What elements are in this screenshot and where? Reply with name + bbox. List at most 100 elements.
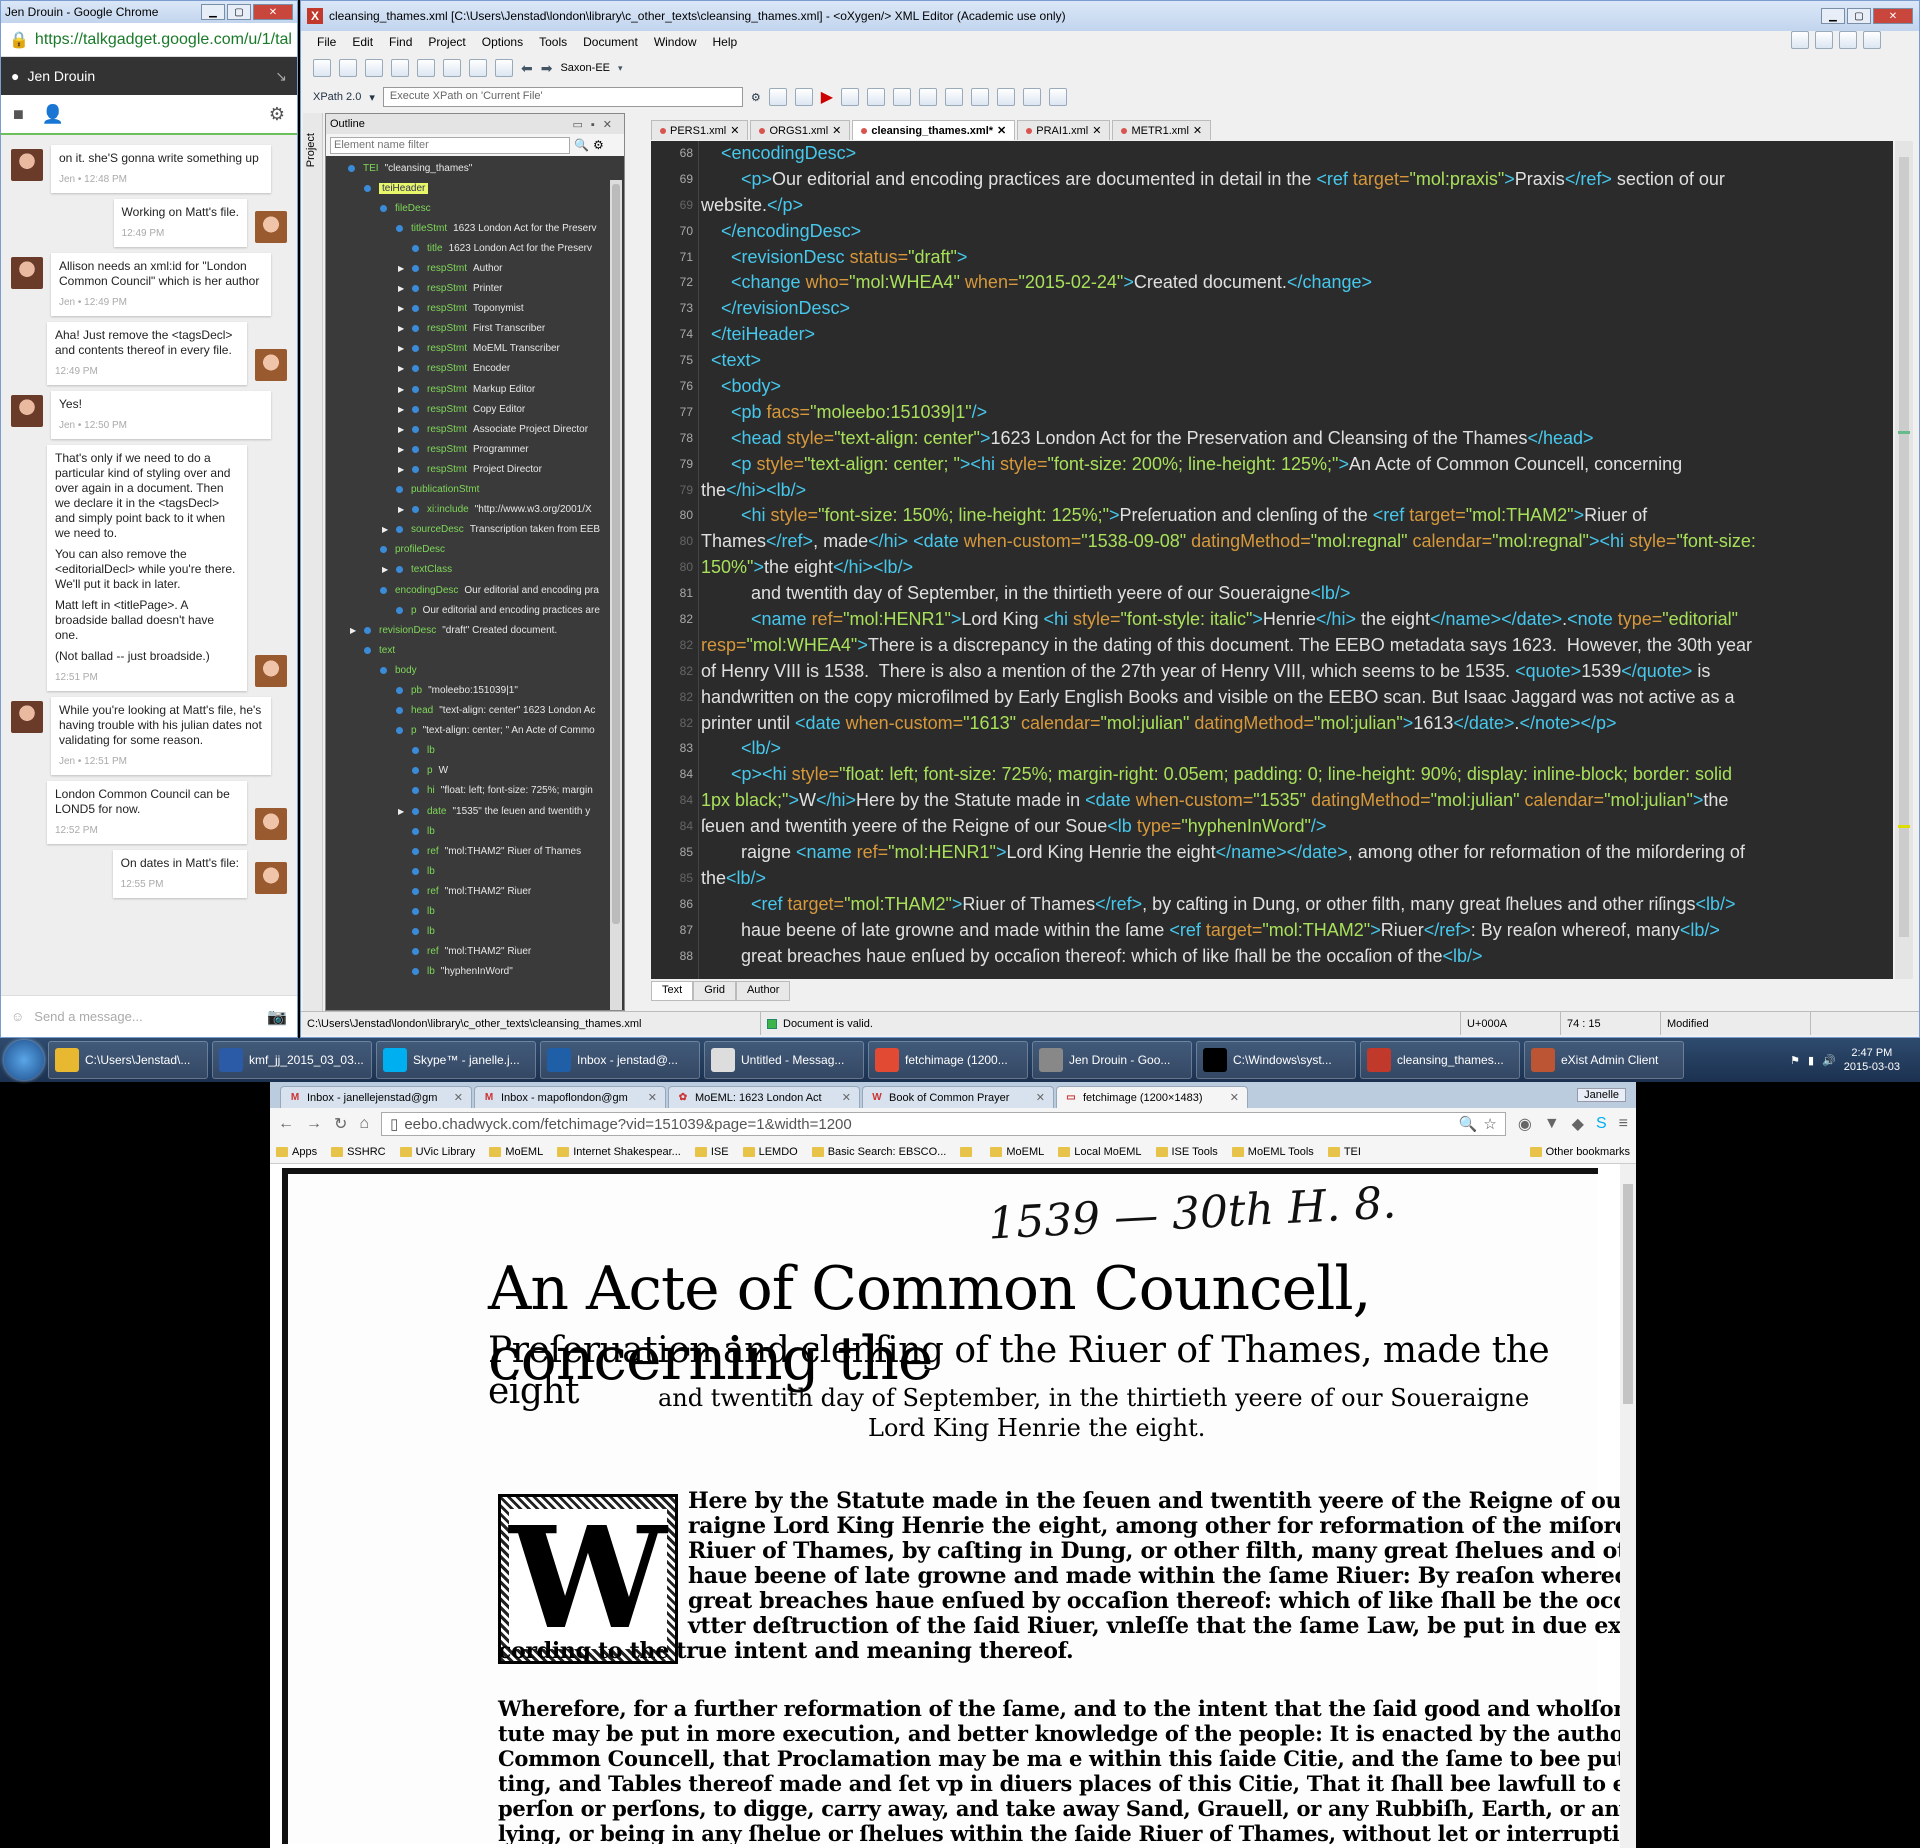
outline-node[interactable]: ▶ respStmt Markup Editor [326,379,608,399]
code-line[interactable]: 72 <change who="mol:WHEA4" when="2015-02… [680,270,1891,296]
join-icon[interactable] [971,88,990,106]
expand-toggle-icon[interactable]: ▶ [398,385,408,394]
extension-icon[interactable]: ◉ [1518,1114,1532,1134]
xpath-version-select[interactable]: XPath 2.0 [313,91,361,103]
code-line[interactable]: 71 <revisionDesc status="draft"> [680,245,1891,271]
expand-toggle-icon[interactable]: ▶ [398,445,408,454]
outline-node[interactable]: profileDesc [326,540,608,560]
mode-tab-text[interactable]: Text [651,981,694,1001]
menu-find[interactable]: Find [389,35,412,49]
mode-tab-author[interactable]: Author [735,981,791,1001]
editor-tab[interactable]: ORGS1.xml ✕ [750,120,851,140]
search-icon[interactable]: 🔍 [574,138,589,152]
outline-node[interactable]: p Our editorial and encoding practices ar… [326,600,608,620]
menu-project[interactable]: Project [428,35,465,49]
split-icon[interactable] [997,88,1016,106]
toggle-comment-icon[interactable] [919,88,938,106]
outline-node[interactable]: ▶ respStmt Project Director [326,459,608,479]
xpath-settings-icon[interactable]: ⚙ [751,91,761,104]
volume-icon[interactable]: 🔊 [1822,1054,1836,1067]
configure-transform-icon[interactable] [841,88,860,106]
browser-tab[interactable]: ✿ MoEML: 1623 London Act ✕ [668,1086,860,1108]
outline-node[interactable]: ref "mol:THAM2" Riuer [326,881,608,901]
outline-node[interactable]: ▶ sourceDesc Transcription taken from EEB [326,520,608,540]
code-line[interactable]: 81 and twentith day of September, in the… [680,581,1891,607]
outline-node[interactable]: TEI "cleansing_thames" [326,158,608,178]
code-line[interactable]: 82 printer until <date when-custom="1613"… [680,711,1891,737]
editor-tab[interactable]: cleansing_thames.xml* ✕ [852,120,1016,140]
code-line[interactable]: 80 Thames</ref>, made</hi> <date when-cus… [680,529,1891,555]
editor-scrollbar[interactable] [1895,141,1913,979]
browser-tab[interactable]: ▭ fetchimage (1200×1483) ✕ [1056,1086,1248,1108]
close-tab-icon[interactable]: ✕ [842,1091,851,1104]
bookmark[interactable]: MoEML [990,1146,1044,1158]
back-icon[interactable]: ← [278,1115,294,1133]
outline-node[interactable]: ▶ respStmt Programmer [326,439,608,459]
popout-icon[interactable]: ↘ [275,68,287,85]
close-tab-icon[interactable]: ✕ [648,1091,657,1104]
code-line[interactable]: 76 <body> [680,374,1891,400]
start-button[interactable] [4,1040,44,1080]
code-line[interactable]: 75 <text> [680,348,1891,374]
expand-toggle-icon[interactable]: ▶ [350,626,360,635]
zoom-icon[interactable]: 🔍 [1459,1115,1478,1133]
open-url-icon[interactable] [365,59,383,77]
forward-icon[interactable]: → [306,1115,322,1133]
outline-node[interactable]: body [326,660,608,680]
code-line[interactable]: 80 <hi style="font-size: 150%; line-heig… [680,503,1891,529]
taskbar-item[interactable]: Untitled - Messag... [704,1041,864,1079]
find-in-files-icon[interactable] [469,59,487,77]
validate-icon[interactable] [768,88,787,106]
expand-toggle-icon[interactable]: ▶ [382,565,392,574]
code-line[interactable]: 79 <p style="text-align: center; "><hi s… [680,452,1891,478]
debug-icon[interactable] [867,88,886,106]
outline-node[interactable]: lb [326,821,608,841]
outline-node[interactable]: lb [326,861,608,881]
code-line[interactable]: 88 great breaches haue enſued by occaſio… [680,944,1891,970]
reload-icon[interactable]: ↻ [334,1114,347,1134]
outline-node[interactable]: pb "moleebo:151039|1" [326,680,608,700]
code-line[interactable]: 87 haue beene of late growne and made wi… [680,918,1891,944]
editor-scroll-thumb[interactable] [1899,157,1909,937]
configure-validation-icon[interactable] [794,88,813,106]
chat-url-bar[interactable]: 🔒 https://talkgadget.google.com/u/1/tal [1,23,297,57]
star-icon[interactable]: ☆ [1483,1115,1496,1133]
taskbar-item[interactable]: kmf_jj_2015_03_03... [212,1041,372,1079]
code-line[interactable]: 86 <ref target="mol:THAM2">Riuer of Tham… [680,892,1891,918]
bookmark[interactable]: Local MoEML [1058,1146,1142,1158]
bookmark[interactable]: MoEML Tools [1231,1146,1314,1158]
back-arrow-icon[interactable]: ⬅ [521,60,533,77]
outline-node[interactable]: ▶ respStmt Author [326,258,608,278]
code-line[interactable]: 68 <encodingDesc> [680,141,1891,167]
page-scrollbar[interactable] [1620,1164,1636,1848]
close-button[interactable]: ✕ [253,4,293,20]
outline-node[interactable]: ▶ respStmt Encoder [326,359,608,379]
outline-node[interactable]: ▶ respStmt Toponymist [326,299,608,319]
expand-toggle-icon[interactable]: ▶ [398,465,408,474]
code-line[interactable]: 78 <head style="text-align: center">1623… [680,426,1891,452]
taskbar-item[interactable]: C:\Users\Jenstad\... [48,1041,208,1079]
find-icon[interactable] [443,59,461,77]
menu-icon[interactable]: ≡ [1619,1115,1628,1133]
code-line[interactable]: 82 of Henry VIII is 1538. There is also a… [680,659,1891,685]
outline-node[interactable]: ▶ respStmt Copy Editor [326,399,608,419]
code-line[interactable]: 82 <name ref="mol:HENR1">Lord King <hi s… [680,607,1891,633]
maximize-button[interactable]: ▢ [1847,8,1871,24]
edit-attribute-icon[interactable] [1049,88,1068,106]
code-line[interactable]: 69 website.</p> [680,193,1891,219]
code-line[interactable]: 84 <p><hi style="float: left; font-size:… [680,762,1891,788]
editor-tab[interactable]: METR1.xml ✕ [1112,120,1212,140]
forward-arrow-icon[interactable]: ➡ [541,60,553,77]
outline-node[interactable]: ▶ textClass [326,560,608,580]
menu-document[interactable]: Document [583,35,638,49]
folder-icon[interactable] [495,59,513,77]
outline-node[interactable]: ▶ xi:include "http://www.w3.org/2001/X [326,500,608,520]
bookmark[interactable]: MoEML [489,1146,543,1158]
outline-node[interactable]: ref "mol:THAM2" Riuer of Thames [326,841,608,861]
gear-icon[interactable]: ⚙ [269,104,285,125]
chevron-down-icon[interactable]: ▾ [618,63,623,74]
code-line[interactable]: 77 <pb facs="moleebo:151039|1"/> [680,400,1891,426]
outline-node[interactable]: lb "hyphenInWord" [326,962,608,982]
menu-file[interactable]: File [317,35,336,49]
outline-node[interactable]: titleStmt 1623 London Act for the Preserv [326,218,608,238]
